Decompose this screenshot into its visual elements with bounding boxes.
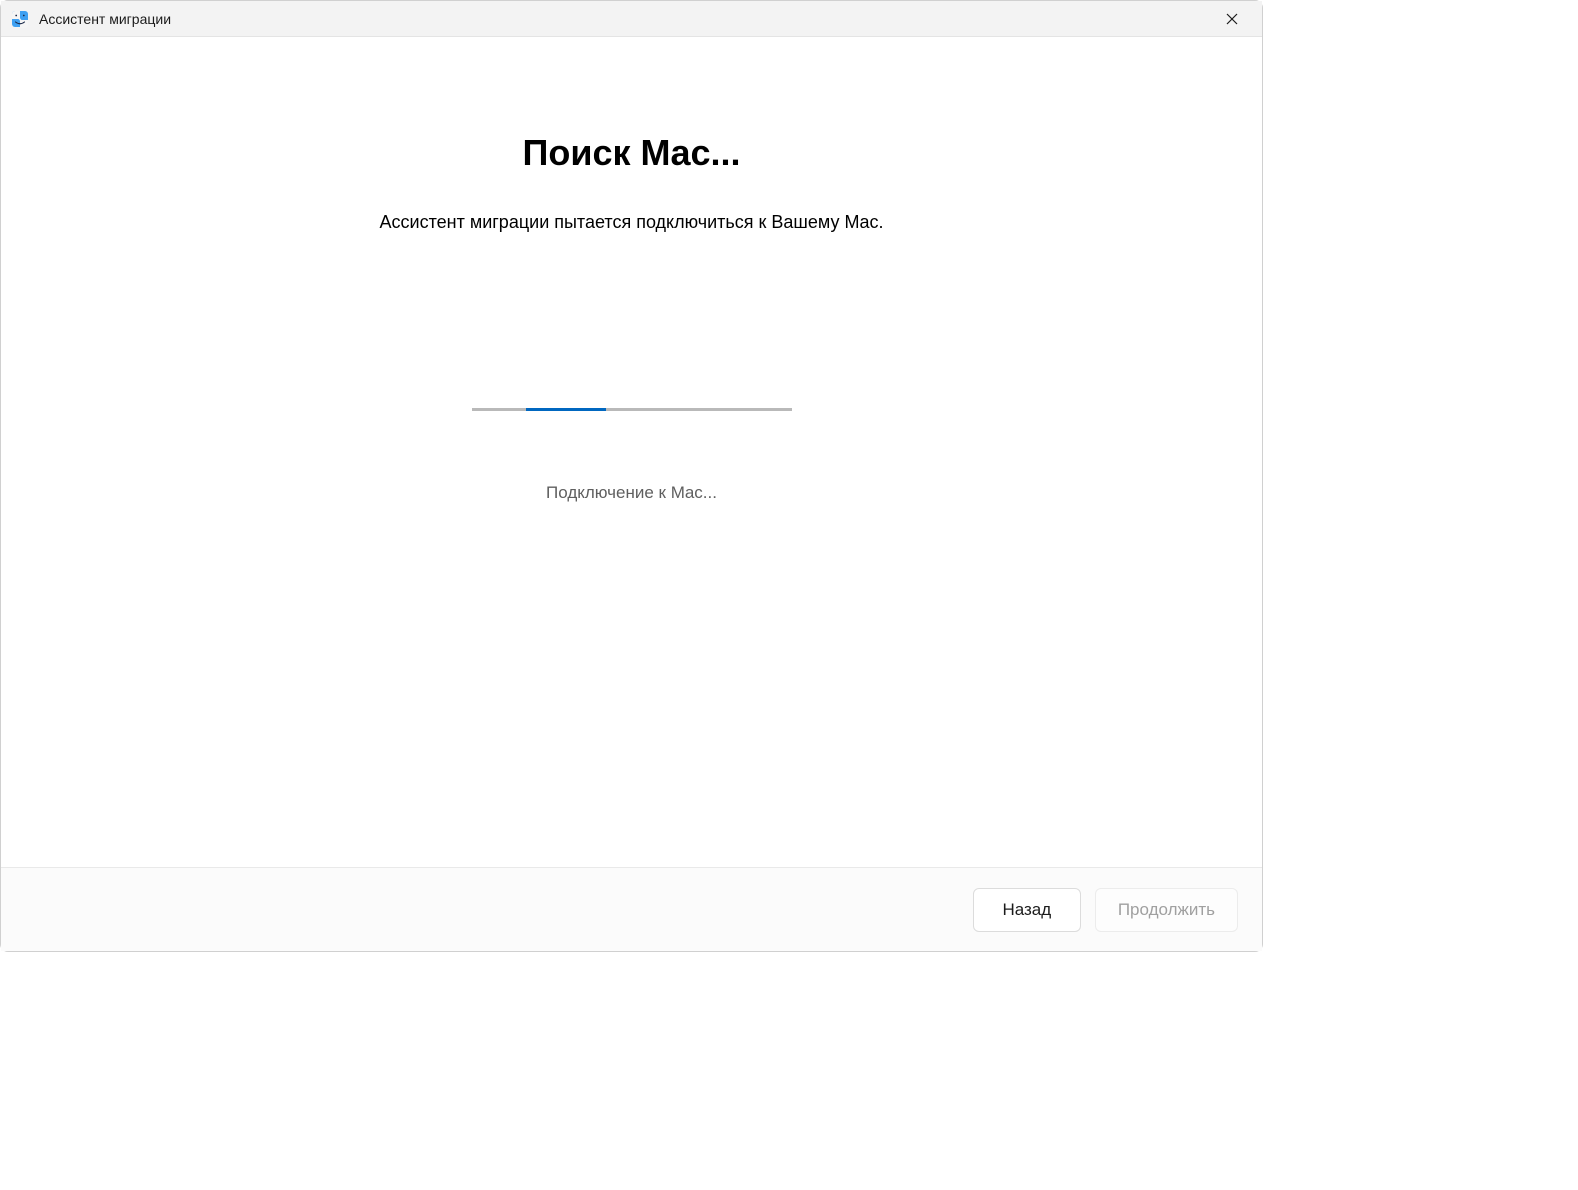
- continue-button[interactable]: Продолжить: [1095, 888, 1238, 932]
- finder-icon: [11, 10, 29, 28]
- main-content: Поиск Mac... Ассистент миграции пытается…: [1, 37, 1262, 867]
- close-button[interactable]: [1210, 1, 1254, 36]
- titlebar: Ассистент миграции: [1, 1, 1262, 37]
- page-title: Поиск Mac...: [522, 132, 740, 174]
- page-subtitle: Ассистент миграции пытается подключиться…: [380, 212, 884, 233]
- window-title: Ассистент миграции: [39, 11, 1210, 27]
- status-text: Подключение к Mac...: [546, 483, 717, 503]
- close-icon: [1226, 13, 1238, 25]
- app-icon: [11, 10, 29, 28]
- footer: Назад Продолжить: [1, 867, 1262, 951]
- progress-fill: [526, 408, 606, 411]
- back-button[interactable]: Назад: [973, 888, 1081, 932]
- progress-bar: [472, 408, 792, 411]
